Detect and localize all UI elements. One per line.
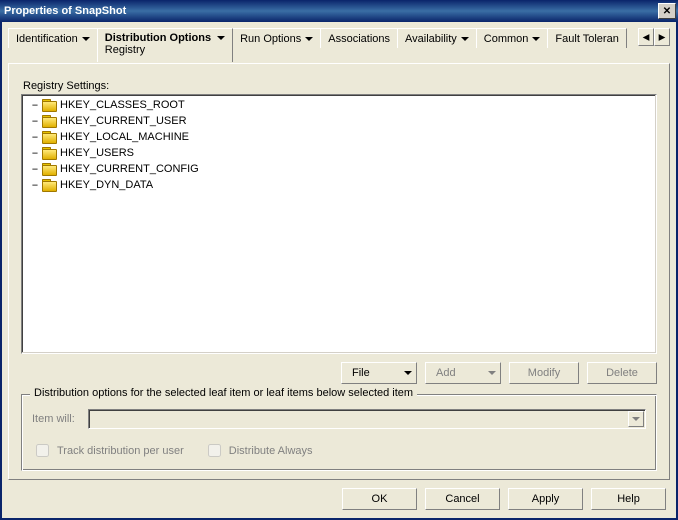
tree-label: HKEY_CLASSES_ROOT xyxy=(58,99,185,111)
item-will-select xyxy=(88,409,646,429)
tree-row[interactable]: – HKEY_CLASSES_ROOT xyxy=(24,97,654,113)
folder-icon xyxy=(42,131,56,143)
add-dropdown: Add xyxy=(425,362,501,384)
tree-label: HKEY_CURRENT_CONFIG xyxy=(58,163,199,175)
tab-label: Fault Toleran xyxy=(555,33,618,45)
tab-associations[interactable]: Associations xyxy=(320,28,398,48)
button-label: OK xyxy=(372,493,388,505)
tab-panel: Registry Settings: – HKEY_CLASSES_ROOT – HK… xyxy=(8,63,670,480)
tree-dash-icon: – xyxy=(30,98,40,112)
window-body: Identification Distribution Options Regi… xyxy=(0,22,678,520)
apply-button[interactable]: Apply xyxy=(508,488,583,510)
button-label: Cancel xyxy=(445,493,479,505)
tab-identification[interactable]: Identification xyxy=(8,28,98,48)
tab-label: Run Options xyxy=(240,33,301,45)
tab-distribution-options[interactable]: Distribution Options Registry xyxy=(97,28,233,62)
tab-strip: Identification Distribution Options Regi… xyxy=(8,28,670,64)
title-bar: Properties of SnapShot ✕ xyxy=(0,0,678,22)
delete-button: Delete xyxy=(587,362,657,384)
button-label: Add xyxy=(436,367,456,379)
tree-label: HKEY_LOCAL_MACHINE xyxy=(58,131,189,143)
button-label: Apply xyxy=(532,493,560,505)
distribute-always-checkbox: Distribute Always xyxy=(204,441,313,460)
chevron-down-icon xyxy=(461,37,469,41)
tree-row[interactable]: – HKEY_LOCAL_MACHINE xyxy=(24,129,654,145)
cancel-button[interactable]: Cancel xyxy=(425,488,500,510)
chevron-down-icon xyxy=(488,371,496,375)
chevron-down-icon xyxy=(217,36,225,40)
tab-scroll-controls: ◂ ▸ xyxy=(638,28,670,46)
tree-toolbar: File Add Modify Delete xyxy=(21,362,657,384)
tab-sublabel: Registry xyxy=(105,44,145,56)
modify-button: Modify xyxy=(509,362,579,384)
tree-dash-icon: – xyxy=(30,162,40,176)
checkbox-label: Distribute Always xyxy=(229,445,313,457)
tab-availability[interactable]: Availability xyxy=(397,28,477,48)
checkbox-input xyxy=(36,444,49,457)
group-legend: Distribution options for the selected le… xyxy=(30,387,417,399)
chevron-down-icon xyxy=(628,411,644,427)
tree-dash-icon: – xyxy=(30,130,40,144)
tab-fault-tolerance[interactable]: Fault Toleran xyxy=(547,28,626,48)
tree-label: HKEY_USERS xyxy=(58,147,134,159)
folder-icon xyxy=(42,115,56,127)
button-label: Modify xyxy=(528,367,560,379)
tree-label: HKEY_CURRENT_USER xyxy=(58,115,187,127)
tab-scroll-left[interactable]: ◂ xyxy=(638,28,654,46)
tab-label: Associations xyxy=(328,33,390,45)
chevron-right-icon: ▸ xyxy=(659,29,666,45)
chevron-down-icon xyxy=(532,37,540,41)
track-distribution-checkbox: Track distribution per user xyxy=(32,441,184,460)
tree-dash-icon: – xyxy=(30,146,40,160)
tab-label: Common xyxy=(484,33,529,45)
tree-row[interactable]: – HKEY_CURRENT_USER xyxy=(24,113,654,129)
button-label: File xyxy=(352,367,370,379)
file-dropdown[interactable]: File xyxy=(341,362,417,384)
window-title: Properties of SnapShot xyxy=(4,5,658,17)
close-button[interactable]: ✕ xyxy=(658,3,676,19)
ok-button[interactable]: OK xyxy=(342,488,417,510)
tab-run-options[interactable]: Run Options xyxy=(232,28,321,48)
tree-row[interactable]: – HKEY_CURRENT_CONFIG xyxy=(24,161,654,177)
item-will-label: Item will: xyxy=(32,413,82,425)
tree-label: HKEY_DYN_DATA xyxy=(58,179,153,191)
distribution-options-group: Distribution options for the selected le… xyxy=(21,394,657,471)
tree-row[interactable]: – HKEY_USERS xyxy=(24,145,654,161)
button-label: Delete xyxy=(606,367,638,379)
tree-dash-icon: – xyxy=(30,114,40,128)
tab-common[interactable]: Common xyxy=(476,28,549,48)
chevron-down-icon xyxy=(82,37,90,41)
tab-label: Availability xyxy=(405,33,457,45)
section-label: Registry Settings: xyxy=(23,80,657,92)
folder-icon xyxy=(42,147,56,159)
folder-icon xyxy=(42,163,56,175)
tree-dash-icon: – xyxy=(30,178,40,192)
registry-tree[interactable]: – HKEY_CLASSES_ROOT – HKEY_CURRENT_USER – HKE… xyxy=(21,94,657,354)
button-label: Help xyxy=(617,493,640,505)
dialog-button-row: OK Cancel Apply Help xyxy=(8,480,670,512)
chevron-down-icon xyxy=(404,371,412,375)
chevron-left-icon: ◂ xyxy=(643,29,650,45)
checkbox-input xyxy=(208,444,221,457)
folder-icon xyxy=(42,179,56,191)
tab-scroll-right[interactable]: ▸ xyxy=(654,28,670,46)
tab-label: Identification xyxy=(16,33,78,45)
chevron-down-icon xyxy=(305,37,313,41)
help-button[interactable]: Help xyxy=(591,488,666,510)
tab-label: Distribution Options xyxy=(105,32,211,44)
tree-row[interactable]: – HKEY_DYN_DATA xyxy=(24,177,654,193)
checkbox-label: Track distribution per user xyxy=(57,445,184,457)
folder-icon xyxy=(42,99,56,111)
